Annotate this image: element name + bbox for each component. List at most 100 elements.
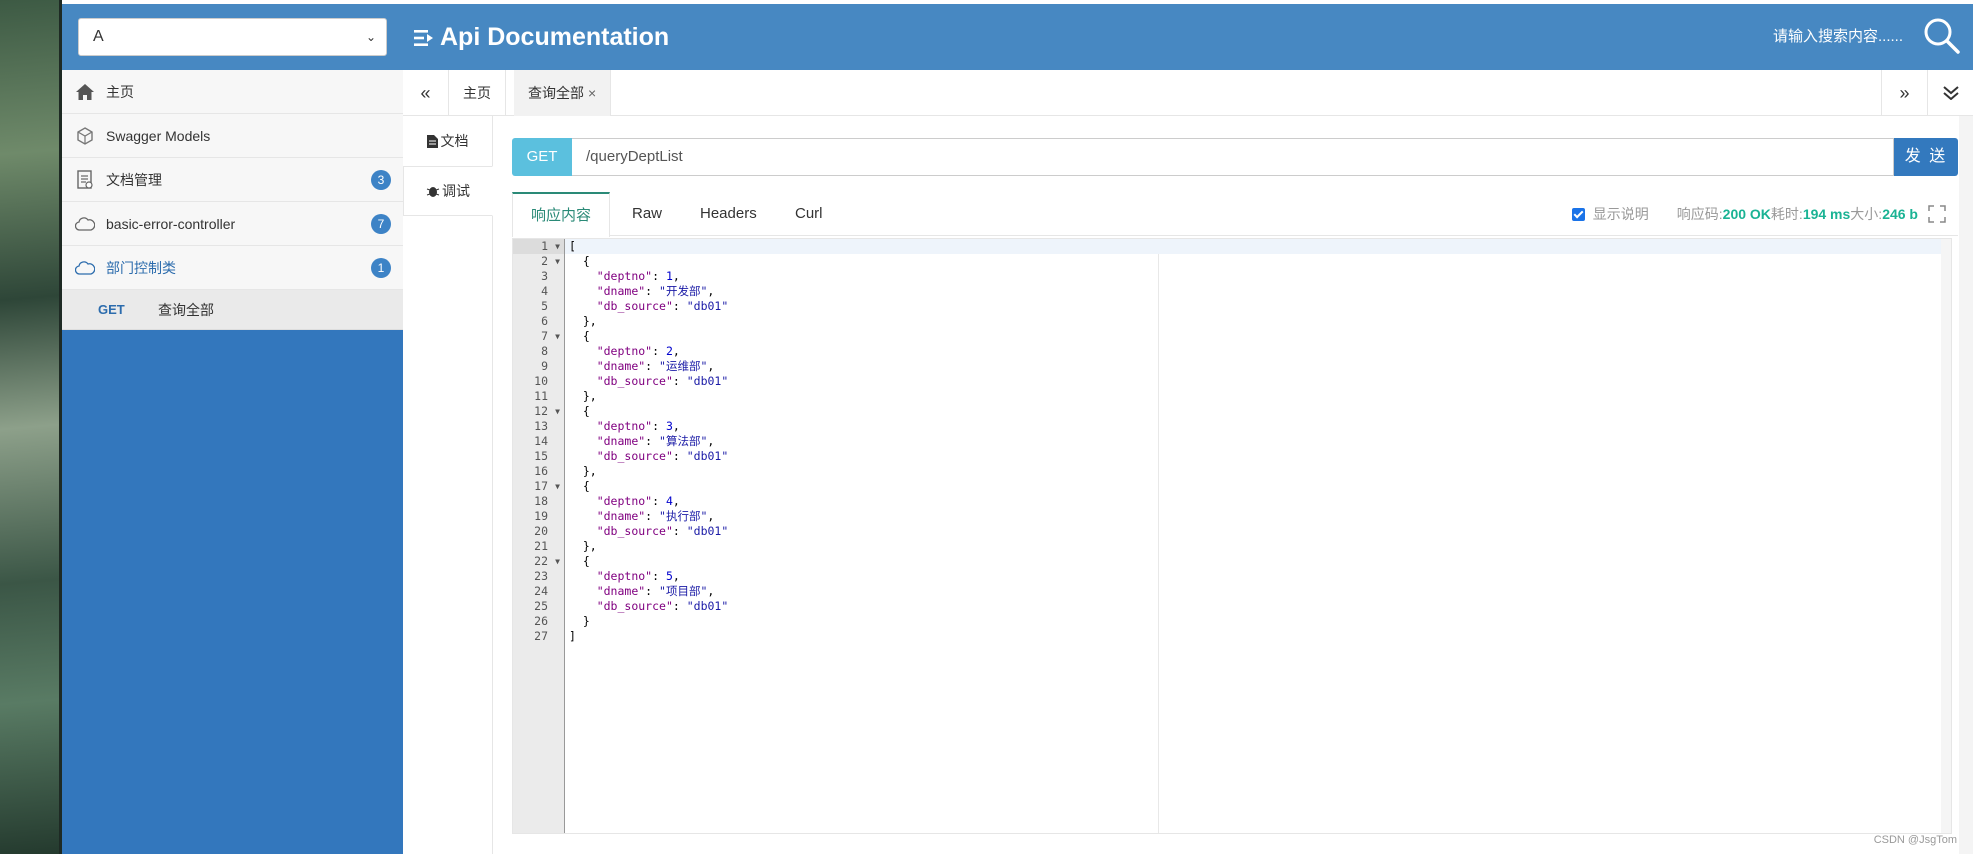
tab-raw[interactable]: Raw bbox=[614, 192, 680, 236]
chevron-down-icon: ⌄ bbox=[365, 30, 376, 44]
group-select[interactable]: A ⌄ bbox=[78, 18, 387, 56]
tabs-scroll-right-icon[interactable]: » bbox=[1881, 70, 1927, 116]
code-line: "db_source": "db01" bbox=[596, 449, 729, 463]
code-line: "deptno": 5, bbox=[596, 569, 680, 583]
search-icon[interactable] bbox=[1921, 16, 1961, 56]
app-window: A ⌄ Api Documentation 请输入搜索内容...... 主页 S… bbox=[62, 0, 1973, 854]
tab-response-content[interactable]: 响应内容 bbox=[512, 192, 611, 237]
http-method-badge: GET bbox=[512, 138, 572, 176]
code-line: "db_source": "db01" bbox=[596, 374, 729, 388]
tabs-scroll-left-icon[interactable]: « bbox=[403, 70, 449, 116]
tab-headers[interactable]: Headers bbox=[682, 192, 775, 236]
desktop-wallpaper bbox=[0, 0, 62, 854]
tab-query-all[interactable]: 查询全部 × bbox=[514, 70, 612, 116]
line-number: 1 ▼ bbox=[513, 239, 564, 254]
watermark: CSDN @JsgTom bbox=[1873, 834, 1957, 846]
menu-toggle-icon[interactable] bbox=[414, 29, 434, 47]
fold-toggle-icon[interactable]: ▼ bbox=[555, 329, 560, 344]
tab-doc-label: 文档 bbox=[440, 133, 469, 149]
tab-home[interactable]: 主页 bbox=[449, 70, 506, 116]
search-input[interactable]: 请输入搜索内容...... bbox=[1773, 18, 1903, 56]
fold-toggle-icon[interactable]: ▼ bbox=[555, 479, 560, 494]
code-line: { bbox=[569, 254, 590, 268]
line-number: 26 bbox=[534, 614, 548, 628]
count-badge: 7 bbox=[371, 214, 391, 234]
tab-doc[interactable]: 文档 bbox=[403, 116, 492, 166]
line-number: 6 bbox=[541, 314, 548, 328]
show-desc-label: 显示说明 bbox=[1592, 206, 1649, 222]
request-url-row: GET /queryDeptList 发 送 bbox=[512, 138, 1958, 176]
sidebar-item-home[interactable]: 主页 bbox=[62, 70, 403, 114]
page-scrollbar[interactable] bbox=[1959, 116, 1973, 854]
size-value: 246 b bbox=[1882, 206, 1918, 222]
code-line: "db_source": "db01" bbox=[596, 524, 729, 538]
fold-toggle-icon[interactable]: ▼ bbox=[555, 404, 560, 419]
line-number: 25 bbox=[534, 599, 548, 613]
fullscreen-icon[interactable] bbox=[1928, 205, 1946, 223]
fold-toggle-icon[interactable]: ▼ bbox=[555, 239, 560, 254]
line-number-gutter: 1 ▼ 2 ▼ 3 4 5 6 7 ▼ 8 9 10 11 12 ▼ 13 14 15 16 17 ▼ 18 19 20 21 22… bbox=[513, 239, 565, 833]
line-number: 3 bbox=[541, 269, 548, 283]
sidebar-item-label: Swagger Models bbox=[106, 127, 211, 144]
send-button[interactable]: 发 送 bbox=[1894, 138, 1958, 176]
line-number: 5 bbox=[541, 299, 548, 313]
url-input[interactable]: /queryDeptList bbox=[572, 138, 1894, 176]
sidebar-item-doc-management[interactable]: 文档管理 3 bbox=[62, 158, 403, 202]
code-line: "dname": "算法部", bbox=[596, 434, 715, 448]
line-number: 15 bbox=[534, 449, 548, 463]
code-line: { bbox=[569, 329, 590, 343]
count-badge: 3 bbox=[371, 170, 391, 190]
close-icon[interactable]: × bbox=[588, 85, 596, 101]
tab-debug[interactable]: 调试 bbox=[403, 166, 493, 216]
sidebar: 主页 Swagger Models 文档管理 3 basic-error-con… bbox=[62, 70, 403, 854]
time-label: 耗时: bbox=[1770, 206, 1803, 222]
code-line: "db_source": "db01" bbox=[596, 599, 729, 613]
line-number: 21 bbox=[534, 539, 548, 553]
cube-icon bbox=[74, 125, 96, 147]
line-number: 24 bbox=[534, 584, 548, 598]
group-select-value: A bbox=[93, 28, 104, 45]
doc-debug-tabs: 文档 调试 bbox=[403, 116, 493, 854]
code-line: [ bbox=[565, 239, 1945, 254]
editor-scrollbar[interactable] bbox=[1941, 239, 1951, 833]
sidebar-item-basic-error-controller[interactable]: basic-error-controller 7 bbox=[62, 202, 403, 246]
line-number: 10 bbox=[534, 374, 548, 388]
tab-debug-label: 调试 bbox=[442, 183, 470, 199]
code-line: "deptno": 1, bbox=[596, 269, 680, 283]
sidebar-subitem-query-all[interactable]: GET 查询全部 bbox=[62, 290, 403, 330]
count-badge: 1 bbox=[371, 258, 391, 278]
line-number: 12 ▼ bbox=[534, 404, 560, 419]
code-line: { bbox=[569, 554, 590, 568]
response-meta: 显示说明 响应码: 200 OK 耗时: 194 ms 大小: 246 b bbox=[1571, 192, 1946, 236]
tab-curl[interactable]: Curl bbox=[777, 192, 841, 236]
page-tab-bar: « 主页 查询全部 × » bbox=[403, 70, 1973, 116]
code-line: "db_source": "db01" bbox=[596, 299, 729, 313]
code-line: { bbox=[569, 404, 590, 418]
cloud-icon bbox=[74, 257, 96, 279]
home-icon bbox=[74, 81, 96, 103]
status-code-label: 响应码: bbox=[1676, 206, 1723, 222]
sidebar-item-dept-controller[interactable]: 部门控制类 1 bbox=[62, 246, 403, 290]
line-number: 8 bbox=[541, 344, 548, 358]
line-number: 9 bbox=[541, 359, 548, 373]
show-desc-checkbox[interactable] bbox=[1571, 207, 1585, 221]
tab-label: 主页 bbox=[463, 85, 491, 101]
line-number: 19 bbox=[534, 509, 548, 523]
sidebar-item-swagger-models[interactable]: Swagger Models bbox=[62, 114, 403, 158]
sidebar-subitem-label: 查询全部 bbox=[158, 301, 214, 318]
tabs-menu-icon[interactable] bbox=[1927, 70, 1973, 116]
response-code: [ { "deptno": 1, "dname": "开发部", "db_sou… bbox=[565, 239, 1945, 644]
debug-panel: GET /queryDeptList 发 送 响应内容 Raw Headers … bbox=[512, 116, 1973, 854]
response-editor[interactable]: 1 ▼ 2 ▼ 3 4 5 6 7 ▼ 8 9 10 11 12 ▼ 13 14 15 16 17 ▼ 18 19 20 21 22… bbox=[512, 238, 1952, 834]
fold-toggle-icon[interactable]: ▼ bbox=[555, 254, 560, 269]
sidebar-menu: 主页 Swagger Models 文档管理 3 basic-error-con… bbox=[62, 70, 403, 330]
code-line: "dname": "项目部", bbox=[596, 584, 715, 598]
line-number: 23 bbox=[534, 569, 548, 583]
fold-toggle-icon[interactable]: ▼ bbox=[555, 554, 560, 569]
line-number: 18 bbox=[534, 494, 548, 508]
page-title: Api Documentation bbox=[414, 18, 669, 56]
sidebar-item-label: 部门控制类 bbox=[106, 259, 176, 276]
line-number: 17 ▼ bbox=[534, 479, 560, 494]
code-line: "deptno": 3, bbox=[596, 419, 680, 433]
status-code-value: 200 OK bbox=[1722, 206, 1771, 222]
